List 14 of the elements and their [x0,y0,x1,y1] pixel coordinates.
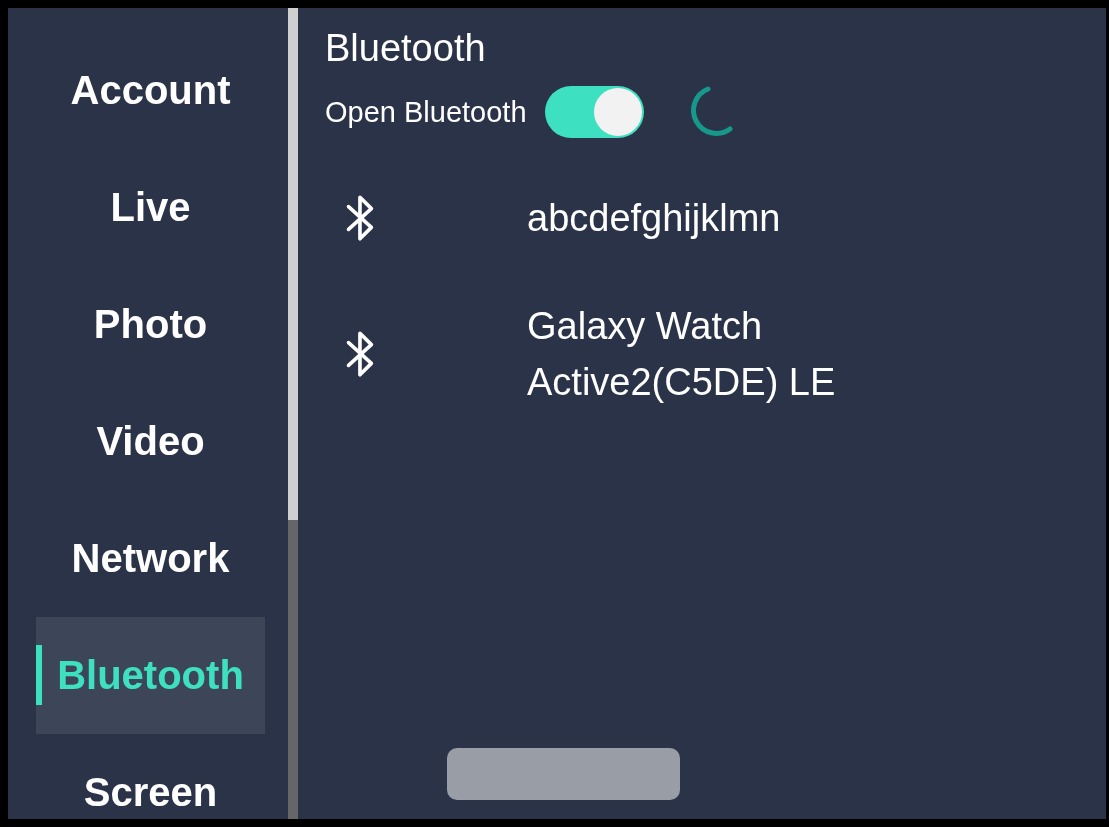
sidebar-item[interactable]: Bluetooth [36,617,265,734]
scrollbar-thumb[interactable] [288,8,298,520]
sidebar-item[interactable]: Account [36,32,265,149]
toggle-switch[interactable] [544,86,644,138]
sidebar-item[interactable]: Video [36,383,265,500]
device-name[interactable]: abcdefghijklmn [527,190,947,246]
sidebar-item[interactable]: Live [36,149,265,266]
device-name[interactable]: Galaxy Watch Active2(C5DE) LE [527,298,947,410]
sidebar-item[interactable]: Network [36,500,265,617]
scrollbar[interactable] [288,8,298,819]
section-title: Bluetooth [325,26,487,71]
sidebar-item[interactable]: Photo [36,266,265,383]
switch-label: Open Bluetooth [325,95,527,129]
sidebar-item[interactable]: Screen [36,734,265,827]
